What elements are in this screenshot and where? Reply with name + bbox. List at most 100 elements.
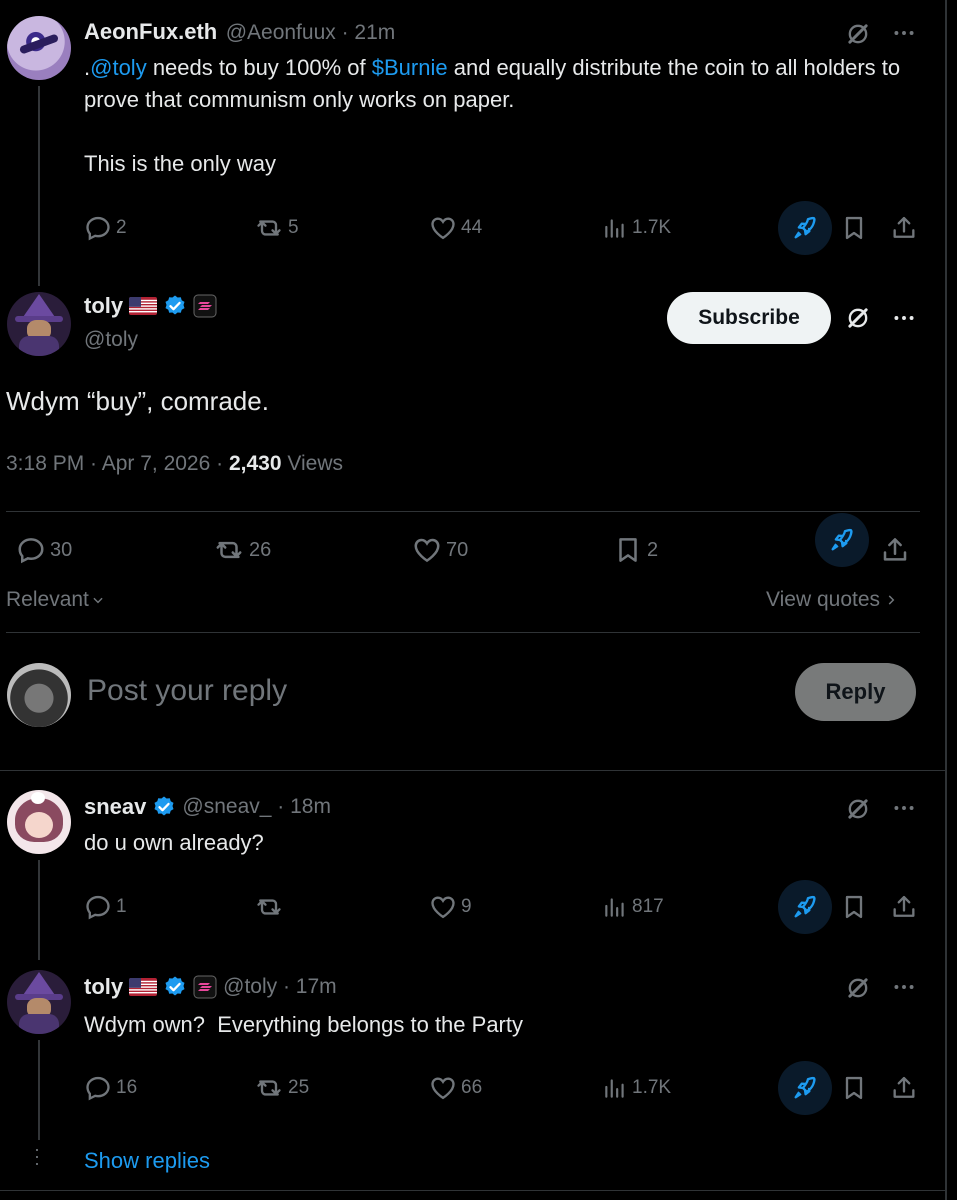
like-button[interactable]: 9 — [429, 893, 472, 921]
reply-button[interactable]: 16 — [84, 1074, 137, 1102]
grok-icon[interactable] — [844, 304, 872, 332]
bookmark-icon[interactable] — [840, 1074, 868, 1102]
avatar-current-user[interactable] — [7, 663, 71, 727]
author-handle[interactable]: @toly — [84, 328, 138, 352]
verified-icon[interactable] — [163, 294, 187, 318]
reply-submit-button[interactable]: Reply — [795, 663, 916, 721]
cashtag-link[interactable]: $Burnie — [372, 55, 448, 80]
avatar-aeonfux[interactable] — [7, 16, 71, 80]
repost-icon — [254, 893, 284, 921]
author-handle-time[interactable]: @Aeonfuux · 21m — [226, 21, 396, 44]
reply-button[interactable]: 1 — [84, 893, 127, 921]
views-label: Views — [281, 452, 343, 475]
reply-header: sneav @sneav_ · 18m — [84, 794, 331, 820]
us-flag-icon — [129, 297, 157, 315]
post-header: AeonFux.eth @Aeonfuux · 21m — [84, 19, 395, 45]
divider — [0, 1190, 946, 1191]
sort-dropdown[interactable]: Relevant — [6, 588, 105, 612]
views-button[interactable]: 1.7K — [602, 214, 671, 242]
author-name[interactable]: toly — [84, 293, 123, 319]
subscribe-button[interactable]: Subscribe — [667, 292, 831, 344]
reply-icon — [84, 214, 112, 242]
views-button[interactable]: 1.7K — [602, 1074, 671, 1102]
thread-line — [38, 860, 40, 960]
author-name[interactable]: AeonFux.eth — [84, 19, 217, 44]
like-button[interactable]: 66 — [429, 1074, 482, 1102]
author-handle-time[interactable]: @sneav_ · 18m — [182, 795, 331, 819]
like-icon — [429, 1074, 457, 1102]
reply-button[interactable]: 30 — [16, 535, 72, 565]
bookmark-icon[interactable] — [840, 214, 868, 242]
grok-icon[interactable] — [844, 20, 872, 48]
boost-button[interactable] — [778, 1061, 832, 1115]
reply-icon — [84, 1074, 112, 1102]
bookmark-button[interactable]: 2 — [613, 535, 658, 565]
author-name[interactable]: sneav — [84, 794, 146, 820]
rocket-icon — [828, 526, 856, 554]
like-icon — [429, 893, 457, 921]
like-icon — [412, 535, 442, 565]
post-text-line2: This is the only way — [84, 151, 276, 176]
verified-icon[interactable] — [163, 975, 187, 999]
divider — [6, 632, 920, 633]
views-icon — [602, 893, 628, 921]
more-icon[interactable] — [891, 974, 917, 1000]
reply-text: Wdym own? Everything belongs to the Part… — [84, 1012, 523, 1037]
mention-link[interactable]: @toly — [90, 55, 147, 80]
share-icon[interactable] — [890, 1074, 918, 1102]
reply-text: do u own already? — [84, 830, 264, 855]
repost-icon — [254, 214, 284, 242]
views-icon — [602, 214, 628, 242]
more-icon[interactable] — [891, 305, 917, 331]
solana-icon[interactable] — [193, 294, 217, 318]
repost-button[interactable] — [254, 893, 288, 921]
thread-dots: · · · — [34, 1139, 40, 1173]
chevron-right-icon — [888, 595, 895, 605]
chevron-down-icon — [93, 597, 103, 604]
avatar-toly[interactable] — [7, 292, 71, 356]
boost-button[interactable] — [778, 201, 832, 255]
like-icon — [429, 214, 457, 242]
reply-header: toly @toly · 17m — [84, 974, 337, 1000]
like-button[interactable]: 44 — [429, 214, 482, 242]
column-border — [945, 0, 947, 1200]
share-icon[interactable] — [890, 214, 918, 242]
post-text: .@toly needs to buy 100% of $Burnie and … — [84, 55, 901, 112]
reply-icon — [16, 535, 46, 565]
verified-icon[interactable] — [152, 795, 176, 819]
rocket-icon — [791, 893, 819, 921]
boost-button[interactable] — [778, 880, 832, 934]
author-handle-time[interactable]: @toly · 17m — [223, 975, 337, 999]
show-replies-link[interactable]: Show replies — [84, 1148, 210, 1174]
like-button[interactable]: 70 — [412, 535, 468, 565]
divider — [0, 770, 946, 771]
view-quotes-link[interactable]: View quotes — [766, 588, 898, 612]
divider — [6, 511, 920, 512]
us-flag-icon — [129, 978, 157, 996]
reply-icon — [84, 893, 112, 921]
main-post-text: Wdym “buy”, comrade. — [6, 386, 269, 416]
share-icon[interactable] — [890, 893, 918, 921]
avatar-toly[interactable] — [7, 970, 71, 1034]
solana-icon[interactable] — [193, 975, 217, 999]
reply-input[interactable]: Post your reply — [87, 674, 287, 708]
more-icon[interactable] — [891, 20, 917, 46]
post-timestamp[interactable]: 3:18 PM · Apr 7, 2026 · — [6, 452, 229, 475]
thread-line — [38, 1040, 40, 1140]
views-button[interactable]: 817 — [602, 893, 664, 921]
repost-button[interactable]: 5 — [254, 214, 299, 242]
avatar-sneav[interactable] — [7, 790, 71, 854]
author-name[interactable]: toly — [84, 974, 123, 1000]
reply-button[interactable]: 2 — [84, 214, 127, 242]
grok-icon[interactable] — [844, 974, 872, 1002]
post-meta: 3:18 PM · Apr 7, 2026 · 2,430 Views — [6, 452, 343, 476]
thread-line — [38, 86, 40, 286]
bookmark-icon[interactable] — [840, 893, 868, 921]
boost-button[interactable] — [815, 513, 869, 567]
rocket-icon — [791, 1074, 819, 1102]
repost-button[interactable]: 26 — [213, 535, 271, 565]
share-icon[interactable] — [880, 535, 910, 565]
repost-button[interactable]: 25 — [254, 1074, 309, 1102]
grok-icon[interactable] — [844, 795, 872, 823]
more-icon[interactable] — [891, 795, 917, 821]
